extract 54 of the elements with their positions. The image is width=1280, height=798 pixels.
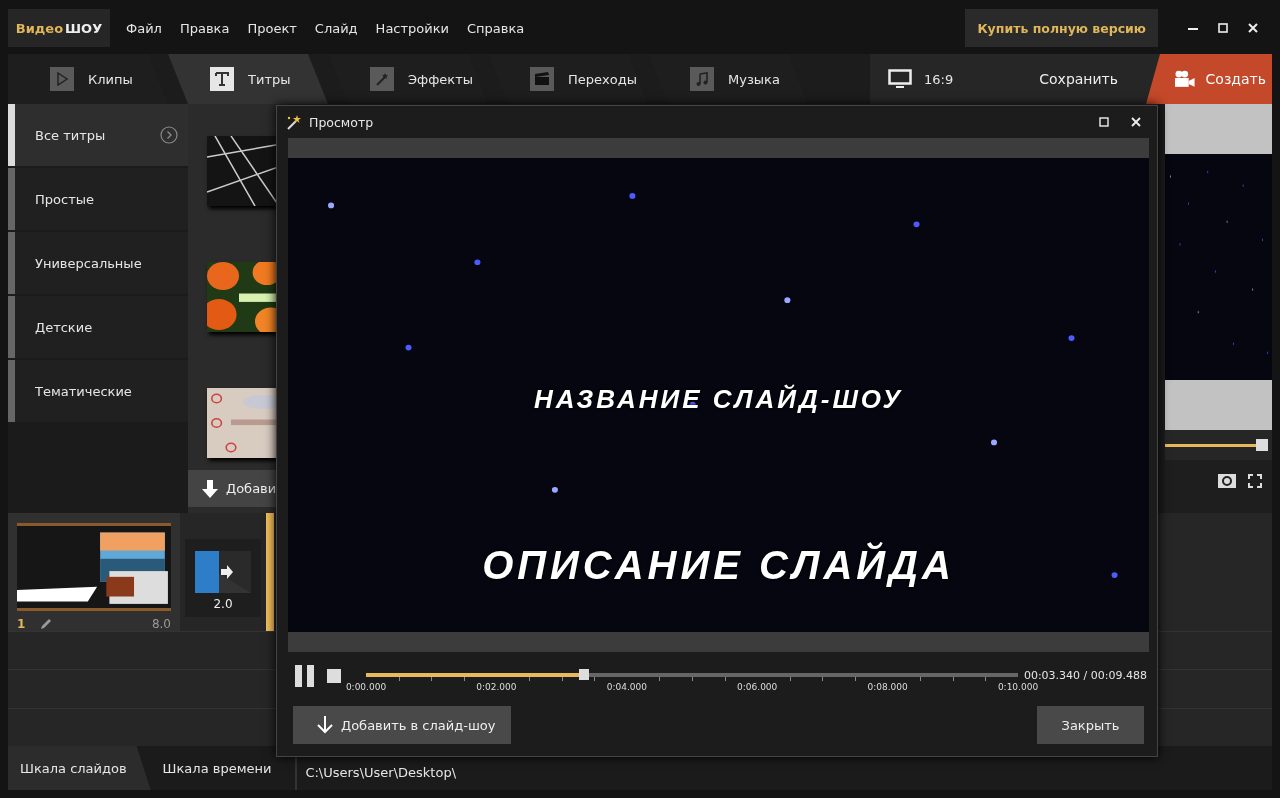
time-tick: 0:02.000 bbox=[476, 682, 517, 692]
close-dialog-button[interactable]: Закрыть bbox=[1037, 706, 1144, 744]
time-tick: 0:10.000 bbox=[997, 682, 1039, 692]
video-camera-icon bbox=[1174, 70, 1196, 88]
timeline-tab[interactable]: Шкала слайдов bbox=[8, 746, 151, 790]
magic-wand-icon bbox=[375, 72, 389, 86]
time-tick: 0:04.000 bbox=[606, 682, 647, 692]
maximize-icon bbox=[1099, 117, 1109, 127]
magic-wand-icon bbox=[285, 114, 303, 130]
playback-time: 00:03.340 / 00:09.488 bbox=[1023, 669, 1147, 682]
close-icon bbox=[1131, 117, 1141, 127]
menu-item[interactable]: Файл bbox=[124, 20, 164, 36]
create-button[interactable]: Создать bbox=[1146, 54, 1272, 104]
menu-item[interactable]: Проект bbox=[245, 20, 299, 36]
buy-full-version-button[interactable]: Купить полную версию bbox=[965, 9, 1158, 47]
pencil-icon[interactable] bbox=[39, 617, 54, 631]
category-item[interactable]: Универсальные bbox=[8, 232, 188, 294]
category-item[interactable]: Простые bbox=[8, 168, 188, 230]
time-tick: 0:06.000 bbox=[737, 682, 778, 692]
text-icon bbox=[215, 72, 229, 86]
logo-suffix: ШОУ bbox=[65, 20, 103, 36]
arrow-down-icon bbox=[317, 716, 333, 734]
transition-duration: 2.0 bbox=[213, 597, 233, 611]
music-note-icon bbox=[695, 72, 709, 86]
chevron-right-icon bbox=[160, 126, 178, 144]
menu-item[interactable]: Справка bbox=[465, 20, 527, 36]
maximize-icon bbox=[1218, 23, 1228, 33]
slide-number: 1 bbox=[17, 617, 26, 631]
add-to-slideshow-button[interactable]: Добавить в слайд-шоу bbox=[293, 706, 512, 744]
pause-button[interactable] bbox=[294, 664, 316, 688]
aspect-ratio[interactable]: 16:9 bbox=[924, 71, 954, 87]
save-button[interactable]: Сохранить bbox=[1033, 70, 1124, 88]
camera-icon[interactable] bbox=[1218, 474, 1236, 488]
category-item[interactable]: Все титры bbox=[8, 104, 188, 166]
dialog-title: Просмотр bbox=[309, 114, 375, 130]
category-item[interactable]: Детские bbox=[8, 296, 188, 358]
close-icon bbox=[1248, 23, 1258, 33]
monitor-icon[interactable] bbox=[888, 69, 912, 89]
arrow-down-icon bbox=[202, 479, 218, 498]
menu-item[interactable]: Слайд bbox=[312, 20, 360, 36]
time-tick: 0:08.000 bbox=[867, 682, 908, 692]
play-icon bbox=[55, 72, 69, 86]
logo-prefix: Видео bbox=[15, 20, 64, 36]
transition-drawing bbox=[195, 551, 251, 593]
time-tick: 0:00.000 bbox=[345, 682, 387, 692]
slide-card[interactable]: 1 8.0 bbox=[8, 513, 180, 631]
slide-duration: 8.0 bbox=[151, 617, 171, 631]
menu-item[interactable]: Правка bbox=[177, 20, 232, 36]
tab[interactable]: Титры bbox=[168, 54, 328, 104]
clapperboard-icon bbox=[534, 72, 550, 86]
transition-card[interactable]: 2.0 bbox=[185, 539, 261, 617]
fullscreen-icon[interactable] bbox=[1248, 474, 1262, 488]
menu-item[interactable]: Настройки bbox=[373, 20, 452, 36]
category-item[interactable]: Тематические bbox=[8, 360, 188, 422]
